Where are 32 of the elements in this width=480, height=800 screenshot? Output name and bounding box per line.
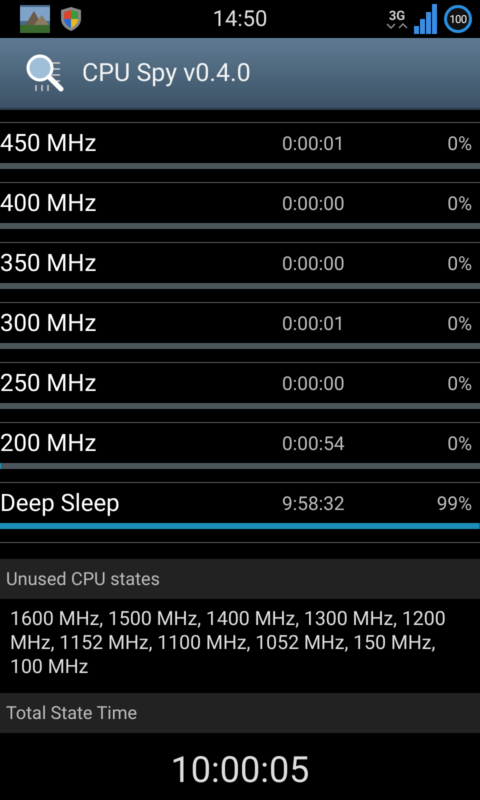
section-title: Unused CPU states: [6, 568, 160, 590]
time-value: 9:58:32: [282, 492, 345, 514]
frequency-label: 450 MHz: [0, 129, 96, 157]
signal-icon: [414, 4, 438, 34]
time-value: 0:00:01: [282, 132, 345, 154]
percent-value: 99%: [436, 492, 472, 514]
frequency-label: 350 MHz: [0, 249, 96, 277]
percent-value: 0%: [447, 252, 472, 274]
percent-value: 0%: [447, 132, 472, 154]
section-title: Total State Time: [6, 702, 138, 724]
percent-value: 0%: [447, 372, 472, 394]
shield-icon: [60, 6, 82, 32]
percent-value: 0%: [447, 312, 472, 334]
frequency-label: 300 MHz: [0, 309, 96, 337]
clock-time: 14:50: [212, 6, 268, 32]
network-type: 3G: [388, 10, 406, 22]
frequency-label: Deep Sleep: [0, 489, 120, 517]
data-arrows-icon: [386, 22, 408, 28]
time-value: 0:00:00: [282, 192, 345, 214]
frequency-label: 250 MHz: [0, 369, 96, 397]
time-value: 0:00:00: [282, 372, 345, 394]
frequency-label: 400 MHz: [0, 189, 96, 217]
time-value: 0:00:01: [282, 312, 345, 334]
percent-value: 0%: [447, 432, 472, 454]
total-time-value: 10:00:05: [170, 749, 310, 791]
unused-states-text: 1600 MHz, 1500 MHz, 1400 MHz, 1300 MHz, 1200 MHz, 1152 MHz, 1100 MHz, 1052 MHz, 150 MHz, 100 MHz: [10, 607, 446, 678]
percent-value: 0%: [447, 192, 472, 214]
app-title: CPU Spy v0.4.0: [82, 58, 251, 88]
battery-indicator: 100: [444, 5, 472, 33]
frequency-label: 200 MHz: [0, 429, 96, 457]
time-value: 0:00:00: [282, 252, 345, 274]
time-value: 0:00:54: [282, 432, 345, 454]
